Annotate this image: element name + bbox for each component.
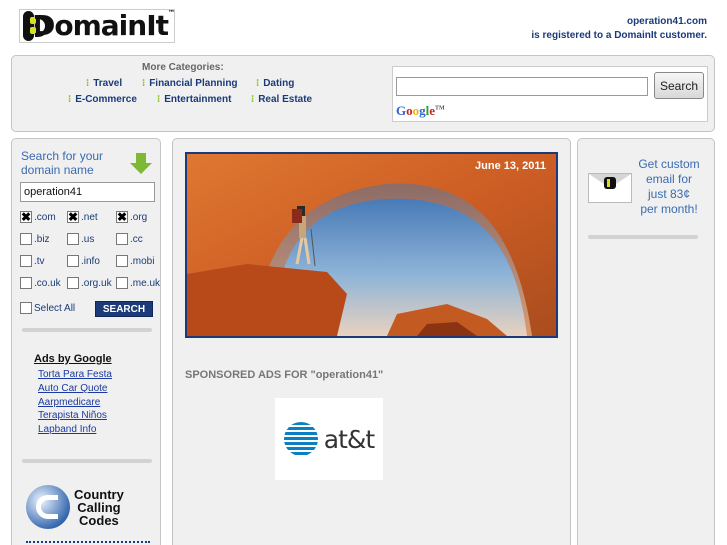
tld-option-net[interactable]: ✖ .net	[67, 211, 98, 223]
tld-option-biz[interactable]: .biz	[20, 233, 50, 245]
divider	[588, 235, 698, 239]
phone-globe-icon	[26, 485, 70, 529]
ads-by-google-title[interactable]: Ads by Google	[34, 353, 112, 365]
tld-option-org-uk[interactable]: .org.uk	[67, 277, 112, 289]
checkbox-icon[interactable]	[20, 277, 32, 289]
att-globe-icon	[283, 422, 318, 456]
checkbox-checked-icon[interactable]: ✖	[116, 211, 128, 223]
checkbox-checked-icon[interactable]: ✖	[67, 211, 79, 223]
registered-note: is registered to a DomainIt customer.	[531, 30, 707, 41]
bullet-icon: ⁝	[142, 78, 146, 89]
domainit-logo-mark-icon	[23, 11, 49, 41]
category-link-financial-planning[interactable]: ⁝ Financial Planning	[142, 78, 238, 89]
domain-search-title: Search for your domain name	[21, 149, 104, 177]
checkbox-icon[interactable]	[20, 233, 32, 245]
tld-option-tv[interactable]: .tv	[20, 255, 45, 267]
category-link-real-estate[interactable]: ⁝ Real Estate	[251, 94, 312, 105]
country-calling-codes-label: Country Calling Codes	[74, 486, 124, 528]
checkbox-icon[interactable]	[20, 302, 32, 314]
tld-option-co-uk[interactable]: .co.uk	[20, 277, 61, 289]
checkbox-icon[interactable]	[20, 255, 32, 267]
select-all-option[interactable]: Select All	[20, 302, 75, 314]
ad-link[interactable]: Torta Para Festa	[38, 369, 112, 380]
envelope-icon[interactable]	[588, 173, 632, 203]
divider	[22, 459, 152, 463]
email-promo-text[interactable]: Get custom email for just 83¢ per month!	[636, 157, 702, 217]
category-link-entertainment[interactable]: ⁝ Entertainment	[157, 94, 231, 105]
checkbox-checked-icon[interactable]: ✖	[20, 211, 32, 223]
categories-title: More Categories:	[142, 62, 224, 73]
checkbox-icon[interactable]	[116, 277, 128, 289]
email-promo-panel: Get custom email for just 83¢ per month!	[577, 138, 715, 545]
domain-search-button[interactable]: SEARCH	[95, 301, 153, 317]
registration-notice: operation41.com is registered to a Domai…	[531, 15, 707, 43]
ad-link[interactable]: Auto Car Quote	[38, 383, 107, 394]
tld-option-com[interactable]: ✖ .com	[20, 211, 56, 223]
category-link-dating[interactable]: ⁝ Dating	[256, 78, 294, 89]
bullet-icon: ⁝	[157, 94, 161, 105]
sponsored-ads-heading: SPONSORED ADS FOR "operation41"	[185, 369, 384, 381]
google-search-button[interactable]: Search	[654, 72, 704, 99]
domainit-logo[interactable]: DomainIt™	[19, 9, 175, 43]
category-link-e-commerce[interactable]: ⁝ E-Commerce	[68, 94, 137, 105]
tld-option-org[interactable]: ✖ .org	[116, 211, 147, 223]
main-content-panel: June 13, 2011 SPONSORED ADS FOR "operati…	[172, 138, 571, 545]
checkbox-icon[interactable]	[67, 255, 79, 267]
ad-link[interactable]: Aarpmedicare	[38, 397, 100, 408]
domain-name-input[interactable]: operation41	[20, 182, 155, 202]
category-link-travel[interactable]: ⁝ Travel	[86, 78, 122, 89]
bullet-icon: ⁝	[256, 78, 260, 89]
ad-link[interactable]: Lapband Info	[38, 424, 96, 435]
checkbox-icon[interactable]	[116, 255, 128, 267]
att-logo-text: at&t	[323, 424, 375, 454]
photo-date: June 13, 2011	[475, 160, 546, 172]
tld-option-info[interactable]: .info	[67, 255, 100, 267]
categories-panel: More Categories: ⁝ Travel ⁝ Financial Plan…	[11, 55, 715, 132]
hiker-arch-photo: June 13, 2011	[185, 152, 558, 338]
google-logo: GoogleTM	[396, 103, 445, 118]
checkbox-icon[interactable]	[116, 233, 128, 245]
tld-option-us[interactable]: .us	[67, 233, 94, 245]
checkbox-icon[interactable]	[67, 277, 79, 289]
registered-domain: operation41.com	[626, 16, 707, 27]
google-search-box: Search GoogleTM	[392, 66, 708, 122]
arch-landscape-image	[187, 154, 556, 336]
divider	[26, 541, 150, 545]
google-search-input[interactable]	[396, 77, 648, 96]
att-ad-banner[interactable]: at&t	[275, 398, 383, 480]
tld-option-cc[interactable]: .cc	[116, 233, 143, 245]
bullet-icon: ⁝	[68, 94, 72, 105]
arrow-down-icon	[130, 153, 152, 175]
ad-link[interactable]: Terapista Niños	[38, 410, 107, 421]
bullet-icon: ⁝	[86, 78, 90, 89]
logo-text: DomainIt™	[32, 9, 175, 42]
checkbox-icon[interactable]	[67, 233, 79, 245]
domain-search-panel: Search for your domain name operation41 …	[11, 138, 161, 545]
country-calling-codes-banner[interactable]: Country Calling Codes	[26, 483, 154, 531]
tld-option-me-uk[interactable]: .me.uk	[116, 277, 160, 289]
divider	[22, 328, 152, 332]
tld-option-mobi[interactable]: .mobi	[116, 255, 154, 267]
bullet-icon: ⁝	[251, 94, 255, 105]
